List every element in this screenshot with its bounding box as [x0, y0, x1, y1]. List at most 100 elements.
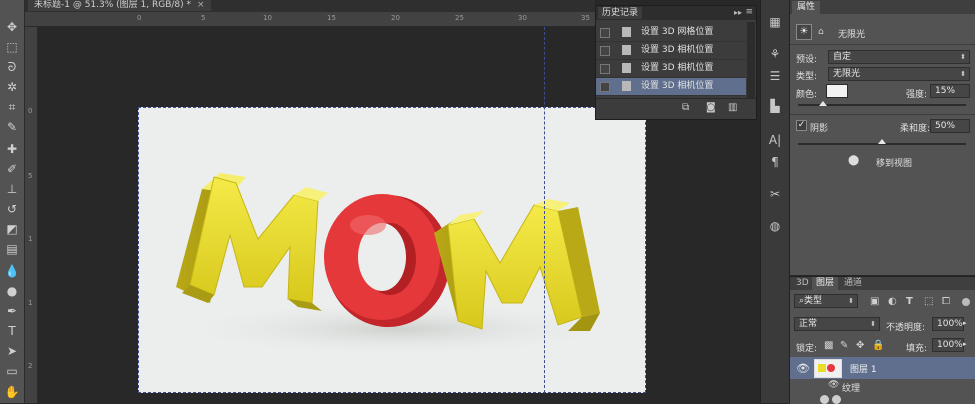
marquee-tool-icon[interactable]: ⬚: [3, 38, 21, 56]
properties-panel-header: 属性: [790, 0, 975, 14]
intensity-field[interactable]: 15%: [930, 84, 970, 98]
crop-tool-icon[interactable]: ⌗: [3, 98, 21, 116]
path-selection-tool-icon[interactable]: ➤: [3, 342, 21, 360]
shape-filter-icon[interactable]: ⬚: [924, 297, 935, 307]
guide-line[interactable]: [544, 27, 545, 393]
lock-transparent-icon[interactable]: ▩: [824, 341, 835, 351]
move-to-view-button[interactable]: 移到视图: [876, 156, 912, 169]
stamp-tool-icon[interactable]: ⊥: [3, 180, 21, 198]
history-brush-tool-icon[interactable]: ↺: [3, 200, 21, 218]
gradient-tool-icon[interactable]: ▤: [3, 240, 21, 258]
history-item[interactable]: 设置 3D 网格位置: [596, 24, 746, 42]
layer-row-selected[interactable]: 👁 图层 1: [790, 357, 975, 379]
dropdown-arrow-icon: ⬍: [870, 320, 876, 328]
3d-panel-icon[interactable]: ◍: [767, 218, 783, 234]
layer-thumbnail[interactable]: [814, 359, 842, 378]
layer-comps-icon[interactable]: ▙: [767, 98, 783, 114]
type-tool-icon[interactable]: T: [3, 322, 21, 340]
texture-eye-icon[interactable]: 👁: [828, 380, 839, 390]
eraser-tool-icon[interactable]: ◩: [3, 220, 21, 238]
history-item[interactable]: 设置 3D 相机位置: [596, 42, 746, 60]
brush-tool-icon[interactable]: ✐: [3, 160, 21, 178]
collapse-icon[interactable]: ▸▸: [734, 8, 742, 17]
fill-arrow-icon[interactable]: ▸: [963, 340, 967, 348]
history-scrollbar[interactable]: [747, 22, 755, 98]
tools-preset-icon[interactable]: ✂: [767, 186, 783, 202]
rectangle-tool-icon[interactable]: ▭: [3, 362, 21, 380]
preset-select[interactable]: 自定 ⬍: [828, 50, 970, 64]
softness-value: 50%: [935, 121, 956, 131]
healing-brush-tool-icon[interactable]: ✚: [3, 140, 21, 158]
light-type-select[interactable]: 无限光 ⬍: [828, 67, 970, 81]
blend-mode-select[interactable]: 正常 ⬍: [794, 317, 880, 331]
history-panel-icon[interactable]: ▦: [767, 14, 783, 30]
smart-object-filter-icon[interactable]: ⧠: [942, 297, 953, 307]
new-document-from-state-icon[interactable]: ⧉: [682, 103, 692, 113]
adjustment-filter-icon[interactable]: ◐: [888, 297, 899, 307]
layer-sub-row[interactable]: [790, 393, 975, 404]
lock-all-icon[interactable]: 🔒: [872, 341, 884, 351]
history-item[interactable]: 设置 3D 相机位置: [596, 60, 746, 78]
opacity-arrow-icon[interactable]: ▸: [963, 319, 967, 327]
lock-pixels-icon[interactable]: ✎: [840, 341, 851, 351]
layer-sub-row[interactable]: 👁 纹理: [790, 379, 975, 394]
trash-icon[interactable]: ▥: [728, 103, 738, 113]
pen-tool-icon[interactable]: ✒: [3, 302, 21, 320]
tool-bar: ✥ ⬚ ᘐ ✲ ⌗ ✎ ✚ ✐ ⊥ ↺ ◩ ▤ 💧 ● ✒ T ➤ ▭ ✋: [0, 0, 25, 403]
horizontal-ruler[interactable]: 0 5 10 15 20 25 30 35: [25, 12, 595, 27]
pixel-filter-icon[interactable]: ▣: [870, 297, 881, 307]
opacity-field[interactable]: 100%: [932, 317, 964, 331]
tab-channels[interactable]: 通道: [840, 277, 866, 290]
lock-position-icon[interactable]: ✥: [856, 341, 867, 351]
document-canvas[interactable]: [138, 27, 646, 393]
type-filter-icon[interactable]: T: [906, 297, 917, 307]
fill-field[interactable]: 100%: [932, 338, 964, 352]
layer-name[interactable]: 图层 1: [850, 362, 877, 375]
character-icon[interactable]: A|: [767, 132, 783, 148]
hand-tool-icon[interactable]: ✋: [3, 383, 21, 401]
history-item-label: 设置 3D 相机位置: [641, 63, 714, 73]
tab-3d[interactable]: 3D: [792, 277, 813, 290]
history-panel-title[interactable]: 历史记录: [598, 7, 643, 19]
shadow-label: 阴影: [810, 124, 829, 134]
layer-kind-filter[interactable]: ⌕类型 ⬍: [794, 294, 858, 308]
history-checkbox[interactable]: [600, 28, 610, 38]
paragraph-icon[interactable]: ¶: [767, 154, 783, 170]
tab-layers[interactable]: 图层: [812, 277, 839, 290]
filter-toggle-icon[interactable]: [962, 298, 970, 306]
ruler-label: 1: [28, 235, 33, 243]
dodge-tool-icon[interactable]: ●: [3, 282, 21, 300]
adjustments-icon[interactable]: ☰: [767, 68, 783, 84]
properties-tab[interactable]: 属性: [792, 1, 821, 14]
history-checkbox[interactable]: [600, 82, 610, 92]
history-item-selected[interactable]: 设置 3D 相机位置: [596, 78, 746, 96]
history-checkbox[interactable]: [600, 46, 610, 56]
brush-preset-icon[interactable]: ⚘: [767, 46, 783, 62]
move-tool-icon[interactable]: ✥: [3, 18, 21, 36]
shadow-checkbox[interactable]: ✓: [796, 120, 807, 131]
ruler-label: 20: [391, 14, 400, 22]
mom-3d-text-render: [138, 107, 646, 393]
light-color-swatch[interactable]: [826, 84, 848, 98]
history-checkbox[interactable]: [600, 64, 610, 74]
ruler-label: 25: [455, 14, 464, 22]
ruler-label: 0: [28, 107, 33, 115]
visibility-eye-icon[interactable]: 👁: [796, 362, 810, 375]
intensity-slider-knob[interactable]: [819, 101, 828, 106]
softness-field[interactable]: 50%: [930, 119, 970, 133]
blur-tool-icon[interactable]: 💧: [3, 262, 21, 280]
panel-menu-icon[interactable]: ≡: [745, 7, 753, 17]
light-icon[interactable]: ☀: [796, 24, 812, 40]
vertical-ruler[interactable]: 0 5 1 1 2: [25, 27, 38, 403]
magic-wand-tool-icon[interactable]: ✲: [3, 78, 21, 96]
document-tab[interactable]: 未标题-1 @ 51.3% (图层 1, RGB/8) * ×: [28, 0, 211, 11]
eyedropper-tool-icon[interactable]: ✎: [3, 118, 21, 136]
move-to-view-icon[interactable]: ⬤: [848, 155, 862, 167]
history-panel-header: 历史记录 ▸▸ ≡: [596, 6, 756, 20]
softness-slider-knob[interactable]: [878, 139, 886, 144]
lasso-tool-icon[interactable]: ᘐ: [3, 58, 21, 76]
snapshot-camera-icon[interactable]: ◙: [706, 103, 716, 113]
layers-panel: 3D 图层 通道 ⌕类型 ⬍ ▣ ◐ T ⬚ ⧠ 正常 ⬍ 不透明度: 100% ▸…: [790, 276, 975, 404]
close-tab-icon[interactable]: ×: [197, 0, 205, 10]
ruler-label: 0: [137, 14, 142, 22]
